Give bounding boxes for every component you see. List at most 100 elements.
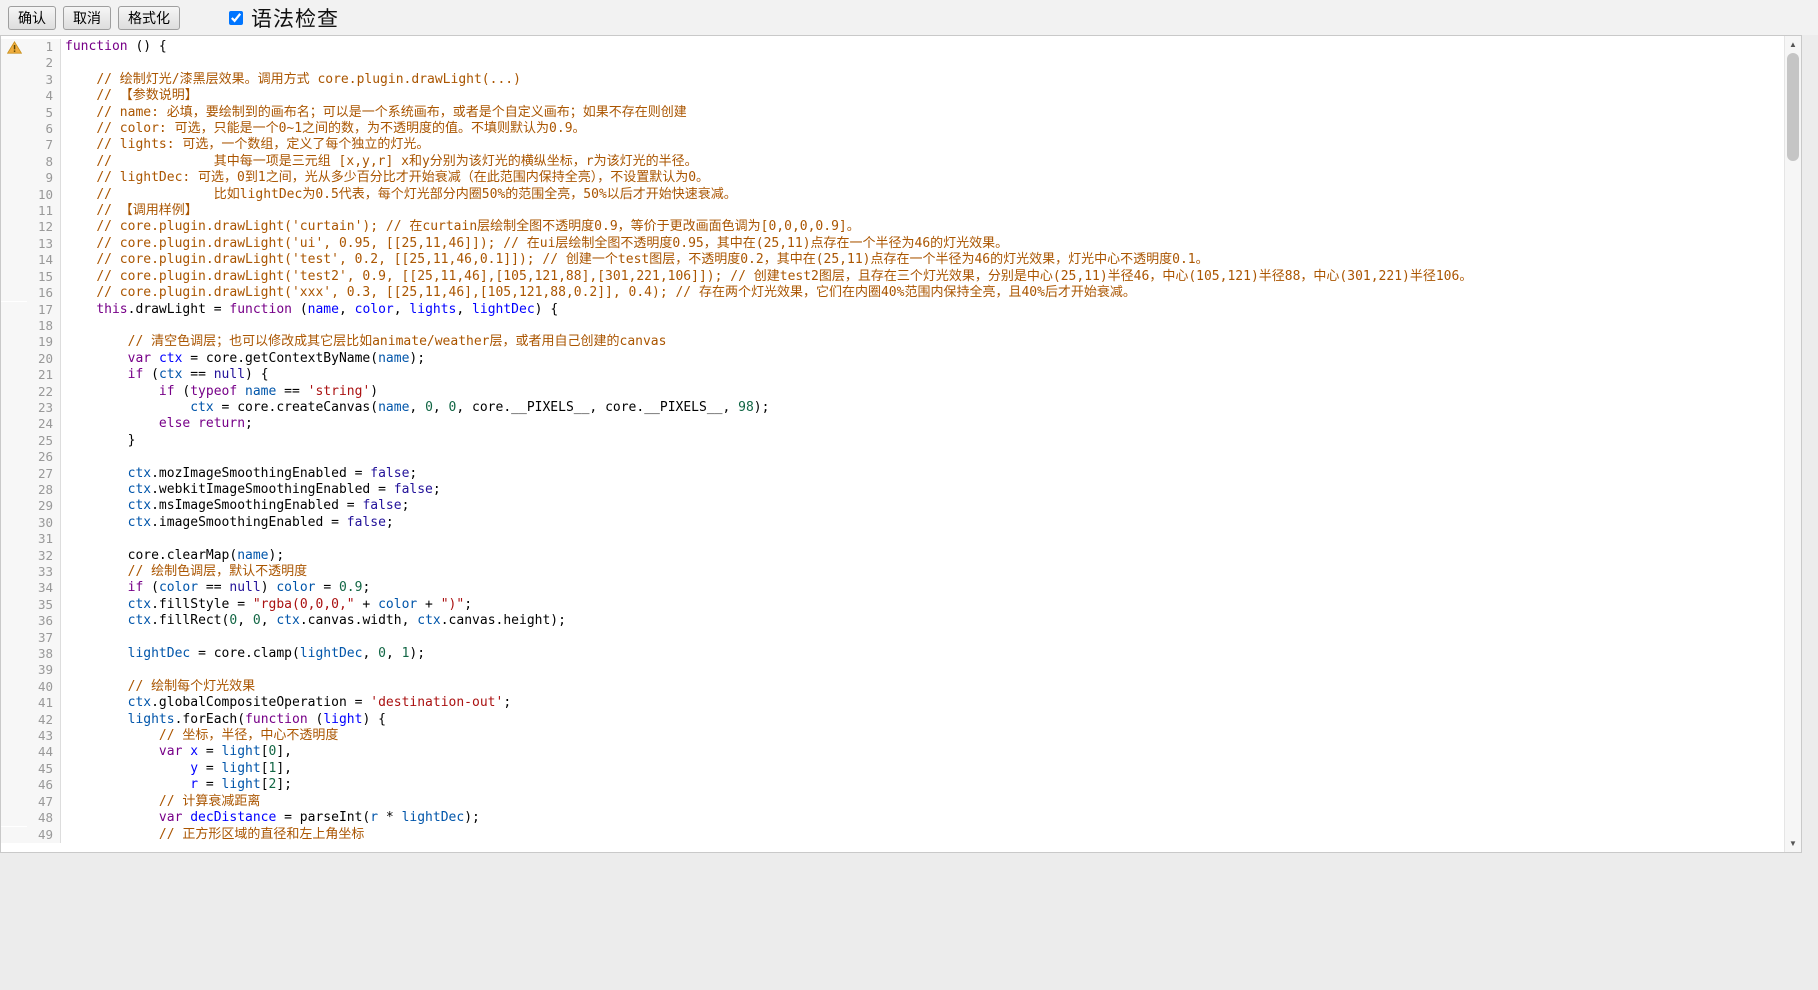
token: .msImageSmoothingEnabled = (151, 498, 362, 513)
code-line[interactable]: 32 core.clearMap(name); (1, 548, 1784, 564)
token: () { (128, 39, 167, 54)
syntax-check-label[interactable]: 语法检查 (251, 3, 339, 33)
token: == (198, 580, 229, 595)
code-line[interactable]: 7 // lights: 可选，一个数组，定义了每个独立的灯光。 (1, 137, 1784, 153)
code-line[interactable]: 2 (1, 55, 1784, 71)
token: lightDec (472, 302, 535, 317)
confirm-button[interactable]: 确认 (8, 6, 56, 30)
token: else (159, 416, 190, 431)
code-line[interactable]: 45 y = light[1], (1, 761, 1784, 777)
cancel-button[interactable]: 取消 (63, 6, 111, 30)
code-line[interactable]: 4 // 【参数说明】 (1, 88, 1784, 104)
code-line[interactable]: 12 // core.plugin.drawLight('curtain'); … (1, 219, 1784, 235)
code-line[interactable]: 21 if (ctx == null) { (1, 367, 1784, 383)
code-line[interactable]: 33 // 绘制色调层，默认不透明度 (1, 564, 1784, 580)
code-line[interactable]: 37 (1, 630, 1784, 646)
code-area[interactable]: 1function () {23 // 绘制灯光/漆黑层效果。调用方式 core… (1, 36, 1784, 852)
code-line[interactable]: 10 // 比如lightDec为0.5代表，每个灯光部分内圈50%的范围全亮，… (1, 187, 1784, 203)
code-line[interactable]: 42 lights.forEach(function (light) { (1, 712, 1784, 728)
code-line[interactable]: 48 var decDistance = parseInt(r * lightD… (1, 810, 1784, 826)
gutter-marker-cell (1, 219, 27, 235)
scroll-down-icon[interactable]: ▼ (1785, 836, 1801, 851)
code-line[interactable]: 38 lightDec = core.clamp(lightDec, 0, 1)… (1, 646, 1784, 662)
syntax-check-checkbox[interactable] (229, 11, 243, 25)
code-line[interactable]: 35 ctx.fillStyle = "rgba(0,0,0," + color… (1, 597, 1784, 613)
code-line[interactable]: 26 (1, 449, 1784, 465)
code-line[interactable]: 36 ctx.fillRect(0, 0, ctx.canvas.width, … (1, 613, 1784, 629)
code-line[interactable]: 18 (1, 318, 1784, 334)
scrollbar-thumb[interactable] (1787, 53, 1799, 161)
gutter-marker-cell (1, 564, 27, 580)
code-line[interactable]: 29 ctx.msImageSmoothingEnabled = false; (1, 498, 1784, 514)
code-line[interactable]: 15 // core.plugin.drawLight('test2', 0.9… (1, 269, 1784, 285)
editor-scrollbar[interactable]: ▲ ▼ (1784, 36, 1801, 852)
token: function (229, 302, 292, 317)
code-line[interactable]: 24 else return; (1, 416, 1784, 432)
code-line[interactable]: 47 // 计算衰减距离 (1, 794, 1784, 810)
code-line[interactable]: 1function () { (1, 39, 1784, 55)
line-number: 37 (27, 630, 61, 646)
line-number: 32 (27, 548, 61, 564)
code-line[interactable]: 9 // lightDec: 可选，0到1之间，光从多少百分比才开始衰减（在此范… (1, 170, 1784, 186)
token: false (370, 466, 409, 481)
code-line-text: // lights: 可选，一个数组，定义了每个独立的灯光。 (61, 137, 1784, 153)
token (65, 482, 128, 497)
code-line[interactable]: 41 ctx.globalCompositeOperation = 'desti… (1, 695, 1784, 711)
code-line[interactable]: 44 var x = light[0], (1, 744, 1784, 760)
code-line[interactable]: 13 // core.plugin.drawLight('ui', 0.95, … (1, 236, 1784, 252)
token: ctx (159, 351, 182, 366)
code-line-text: core.clearMap(name); (61, 548, 1784, 564)
code-line[interactable]: 11 // 【调用样例】 (1, 203, 1784, 219)
code-line[interactable]: 6 // color: 可选，只能是一个0~1之间的数，为不透明度的值。不填则默… (1, 121, 1784, 137)
line-number: 12 (27, 219, 61, 235)
code-line[interactable]: 30 ctx.imageSmoothingEnabled = false; (1, 515, 1784, 531)
token (65, 137, 96, 152)
code-line[interactable]: 8 // 其中每一项是三元组 [x,y,r] x和y分别为该灯光的横纵坐标，r为… (1, 154, 1784, 170)
token: false (394, 482, 433, 497)
code-line[interactable]: 5 // name: 必填，要绘制到的画布名；可以是一个系统画布，或者是个自定义… (1, 105, 1784, 121)
token: lights (128, 712, 175, 727)
code-line[interactable]: 25 } (1, 433, 1784, 449)
code-line[interactable]: 46 r = light[2]; (1, 777, 1784, 793)
code-line[interactable]: 34 if (color == null) color = 0.9; (1, 580, 1784, 596)
scroll-up-icon[interactable]: ▲ (1785, 37, 1801, 52)
code-line[interactable]: 22 if (typeof name == 'string') (1, 384, 1784, 400)
code-line-text: // lightDec: 可选，0到1之间，光从多少百分比才开始衰减（在此范围内… (61, 170, 1784, 186)
token: ; (402, 498, 410, 513)
lint-warning-icon[interactable] (1, 39, 27, 55)
token (65, 744, 159, 759)
code-line[interactable]: 49 // 正方形区域的直径和左上角坐标 (1, 827, 1784, 843)
gutter-marker-cell (1, 646, 27, 662)
code-line-text: // core.plugin.drawLight('test2', 0.9, [… (61, 269, 1784, 285)
code-line-text: ctx.fillStyle = "rgba(0,0,0," + color + … (61, 597, 1784, 613)
code-line[interactable]: 3 // 绘制灯光/漆黑层效果。调用方式 core.plugin.drawLig… (1, 72, 1784, 88)
code-line[interactable]: 27 ctx.mozImageSmoothingEnabled = false; (1, 466, 1784, 482)
code-line[interactable]: 40 // 绘制每个灯光效果 (1, 679, 1784, 695)
token (65, 416, 159, 431)
gutter-marker-cell (1, 121, 27, 137)
gutter-marker-cell (1, 433, 27, 449)
format-button[interactable]: 格式化 (118, 6, 180, 30)
code-line[interactable]: 43 // 坐标，半径，中心不透明度 (1, 728, 1784, 744)
code-line[interactable]: 16 // core.plugin.drawLight('xxx', 0.3, … (1, 285, 1784, 301)
token: ctx (159, 367, 182, 382)
gutter-marker-cell (1, 236, 27, 252)
code-line[interactable]: 19 // 清空色调层；也可以修改成其它层比如animate/weather层，… (1, 334, 1784, 350)
line-number: 13 (27, 236, 61, 252)
code-line-text: ctx.imageSmoothingEnabled = false; (61, 515, 1784, 531)
code-line[interactable]: 31 (1, 531, 1784, 547)
code-line[interactable]: 14 // core.plugin.drawLight('test', 0.2,… (1, 252, 1784, 268)
token: null (214, 367, 245, 382)
line-number: 2 (27, 55, 61, 71)
code-line[interactable]: 28 ctx.webkitImageSmoothingEnabled = fal… (1, 482, 1784, 498)
code-line[interactable]: 17 this.drawLight = function (name, colo… (1, 302, 1784, 318)
code-line[interactable]: 39 (1, 662, 1784, 678)
token (65, 761, 190, 776)
gutter-marker-cell (1, 384, 27, 400)
line-number: 22 (27, 384, 61, 400)
token: // 清空色调层；也可以修改成其它层比如animate/weather层，或者用… (128, 334, 667, 349)
token: ( (143, 580, 159, 595)
code-line[interactable]: 20 var ctx = core.getContextByName(name)… (1, 351, 1784, 367)
token: ")" (441, 597, 464, 612)
code-line[interactable]: 23 ctx = core.createCanvas(name, 0, 0, c… (1, 400, 1784, 416)
